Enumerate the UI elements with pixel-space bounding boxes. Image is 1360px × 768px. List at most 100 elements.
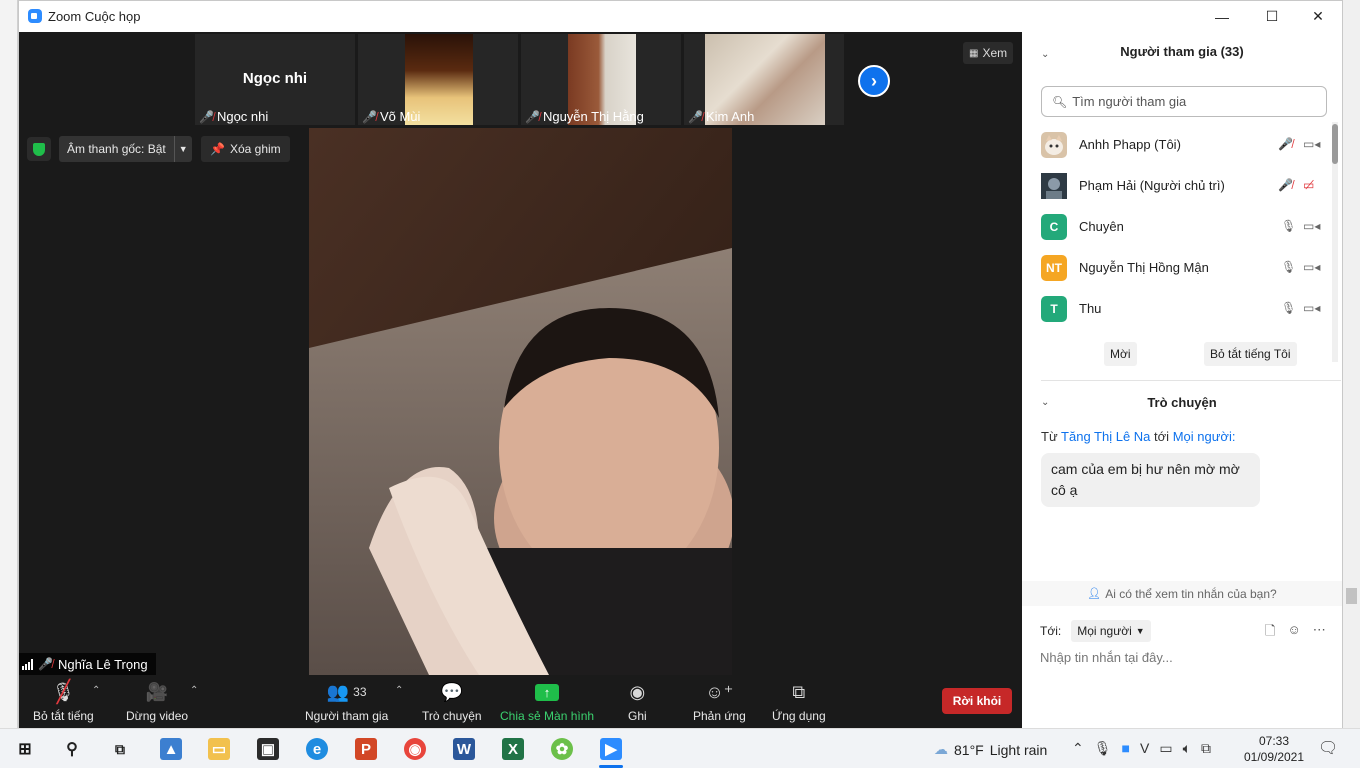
unmute-button[interactable]: 🎙 ╱ Bỏ tắt tiếng xyxy=(33,679,94,723)
video-camera-icon: ▭◂ xyxy=(1303,301,1321,315)
view-button[interactable]: ▦ Xem xyxy=(963,42,1014,64)
participants-icon: 👥 33 xyxy=(326,681,367,702)
participant-name: Phạm Hải (Người chủ trì) xyxy=(1079,178,1225,193)
chevron-up-icon[interactable]: ⌃ xyxy=(1072,740,1084,757)
app-green-icon[interactable]: ✿ xyxy=(551,738,573,760)
file-explorer-icon[interactable]: ▭ xyxy=(208,738,230,760)
excel-icon[interactable]: X xyxy=(502,738,524,760)
weather-widget[interactable]: ☁ 81°F Light rain xyxy=(934,741,1047,758)
chat-message-input[interactable]: Nhập tin nhắn tại đây... xyxy=(1040,650,1173,665)
microphone-icon[interactable]: 🎙︎ xyxy=(1281,260,1296,274)
file-icon[interactable]: 🗋 xyxy=(1265,622,1275,644)
thumbnail-name: Ngọc nhi xyxy=(216,109,269,124)
participant-thumbnail[interactable]: 🎤̸ Võ Mùi xyxy=(358,34,518,125)
thumbnail-name-tag: 🎤̸ Nguyễn Thị Hằng xyxy=(525,109,644,124)
language-icon[interactable]: ⧉ xyxy=(1201,740,1211,757)
maximize-button[interactable]: ☐ xyxy=(1249,1,1295,32)
more-icon[interactable]: ⋯ xyxy=(1313,622,1326,644)
share-screen-label: Chia sẻ Màn hình xyxy=(500,709,595,723)
zoom-tray-icon[interactable]: ■ xyxy=(1122,740,1130,757)
to-word: tới xyxy=(1154,429,1170,444)
participant-thumbnail[interactable]: Ngọc nhi 🎤̸ Ngọc nhi xyxy=(195,34,355,125)
chevron-up-icon[interactable]: ⌃ xyxy=(92,685,100,696)
search-icon: 🔍︎ xyxy=(1052,94,1068,109)
apps-button[interactable]: ⧉ Ứng dụng xyxy=(772,679,826,724)
participant-search-input[interactable]: 🔍︎ Tìm người tham gia xyxy=(1041,86,1327,117)
meeting-area: Ngọc nhi 🎤̸ Ngọc nhi 🎤̸ Võ Mùi 🎤̸ Nguyễn… xyxy=(19,32,1022,729)
thumbnail-name: Võ Mùi xyxy=(379,109,421,124)
windows-taskbar: ⊞ ⚲ ⧉ ▲ ▭ ▣ e P ◉ W X ✿ ▶ ☁ 81°F Light r… xyxy=(0,728,1360,768)
stop-video-button[interactable]: 🎥 Dừng video xyxy=(126,679,188,724)
participant-list-scrollbar[interactable] xyxy=(1332,122,1338,362)
chrome-icon[interactable]: ◉ xyxy=(404,738,426,760)
chevron-up-icon[interactable]: ⌃ xyxy=(395,685,403,696)
next-page-arrow-icon[interactable]: › xyxy=(858,65,890,97)
unpin-button[interactable]: 📌 Xóa ghim xyxy=(201,136,290,162)
participants-label: Người tham gia xyxy=(305,709,389,723)
record-button[interactable]: ◉ Ghi xyxy=(628,679,647,724)
participant-thumbnail[interactable]: 🎤̸ Nguyễn Thị Hằng xyxy=(521,34,681,125)
participants-title: Người tham gia (33) xyxy=(1120,44,1244,59)
participant-count: 33 xyxy=(353,685,367,699)
sender-name-link[interactable]: Tăng Thị Lê Na xyxy=(1061,429,1150,444)
share-screen-button[interactable]: ↑ Chia sẻ Màn hình xyxy=(500,679,594,723)
participant-row[interactable]: Anhh Phapp (Tôi) 🎤̸ ▭◂ xyxy=(1041,124,1331,165)
reactions-label: Phản ứng xyxy=(693,709,746,723)
system-clock[interactable]: 07:33 01/09/2021 xyxy=(1240,733,1308,765)
microphone-icon[interactable]: 🎙︎ xyxy=(1281,301,1296,315)
reactions-button[interactable]: ☺⁺ Phản ứng xyxy=(693,679,746,724)
search-icon[interactable]: ⚲ xyxy=(61,738,83,760)
chat-visibility-notice[interactable]: 👤︎ Ai có thể xem tin nhắn của bạn? xyxy=(1022,581,1342,606)
divider xyxy=(1041,380,1341,381)
thumbnail-name: Nguyễn Thị Hằng xyxy=(542,109,644,124)
minimize-button[interactable]: — xyxy=(1199,1,1245,32)
clock-time: 07:33 xyxy=(1258,734,1290,748)
store-icon[interactable]: ▣ xyxy=(257,738,279,760)
participant-name: Thu xyxy=(1079,301,1102,316)
emoji-icon[interactable]: ☺ xyxy=(1287,622,1300,644)
microphone-icon[interactable]: 🎙︎ xyxy=(1281,219,1296,233)
edge-browser-icon[interactable]: e xyxy=(306,738,328,760)
security-shield-icon[interactable] xyxy=(27,137,51,161)
temperature: 81°F xyxy=(954,741,984,758)
unmute-me-button[interactable]: Bỏ tắt tiếng Tôi xyxy=(1204,342,1297,366)
avatar: T xyxy=(1041,295,1067,322)
video-camera-icon: ▭◂ xyxy=(1303,219,1321,233)
recipient-select[interactable]: Mọi người ▼ xyxy=(1071,620,1151,642)
leave-button[interactable]: Rời khỏi xyxy=(942,688,1012,714)
side-panel: ⌄ Người tham gia (33) 🔍︎ Tìm người tham … xyxy=(1022,32,1342,729)
background-app-strip xyxy=(0,0,18,728)
chevron-down-icon[interactable]: ▼ xyxy=(173,136,192,162)
participant-thumbnail[interactable]: 🎤̸ Kim Anh xyxy=(684,34,844,125)
chevron-up-icon[interactable]: ⌃ xyxy=(190,685,198,696)
speaker-video-image xyxy=(309,128,732,675)
microphone-icon[interactable]: 🎙︎ xyxy=(1094,740,1112,757)
task-view-icon[interactable]: ⧉ xyxy=(109,738,131,760)
photos-app-icon[interactable]: ▲ xyxy=(160,738,182,760)
invite-button[interactable]: Mời xyxy=(1104,342,1137,366)
unpin-label: Xóa ghim xyxy=(229,142,281,156)
participant-row[interactable]: Phạm Hải (Người chủ trì) 🎤̸ ▭̸ xyxy=(1041,165,1331,206)
mic-muted-icon[interactable]: 🎤̸ xyxy=(1278,137,1293,151)
close-button[interactable]: ✕ xyxy=(1295,1,1341,32)
participant-row[interactable]: C Chuyên 🎙︎ ▭◂ xyxy=(1041,206,1331,247)
mic-muted-icon: 🎤̸ xyxy=(199,109,214,124)
zoom-taskbar-icon[interactable]: ▶ xyxy=(600,738,622,760)
vpn-icon[interactable]: V xyxy=(1140,740,1149,757)
original-audio-button[interactable]: Âm thanh gốc: Bật ▼ xyxy=(59,136,192,162)
thumbnail-name: Kim Anh xyxy=(705,109,755,124)
participant-row[interactable]: T Thu 🎙︎ ▭◂ xyxy=(1041,288,1331,329)
mic-muted-icon: 🎤̸ xyxy=(362,109,377,124)
notifications-icon[interactable]: 🗨︎ xyxy=(1318,738,1338,758)
recipient-link[interactable]: Mọi người: xyxy=(1173,429,1236,444)
from-prefix: Từ xyxy=(1041,429,1058,444)
network-icon[interactable]: ▭ xyxy=(1159,740,1172,757)
word-icon[interactable]: W xyxy=(453,738,475,760)
participant-row[interactable]: NT Nguyễn Thị Hồng Mận 🎙︎ ▭◂ xyxy=(1041,247,1331,288)
windows-start-icon[interactable]: ⊞ xyxy=(14,738,36,760)
chat-button[interactable]: 💬 Trò chuyện xyxy=(422,679,482,724)
participants-button[interactable]: 👥 33 Người tham gia xyxy=(305,679,389,724)
volume-icon[interactable]: 🔈︎ xyxy=(1183,740,1191,757)
mic-muted-icon[interactable]: 🎤̸ xyxy=(1278,178,1293,192)
powerpoint-icon[interactable]: P xyxy=(355,738,377,760)
